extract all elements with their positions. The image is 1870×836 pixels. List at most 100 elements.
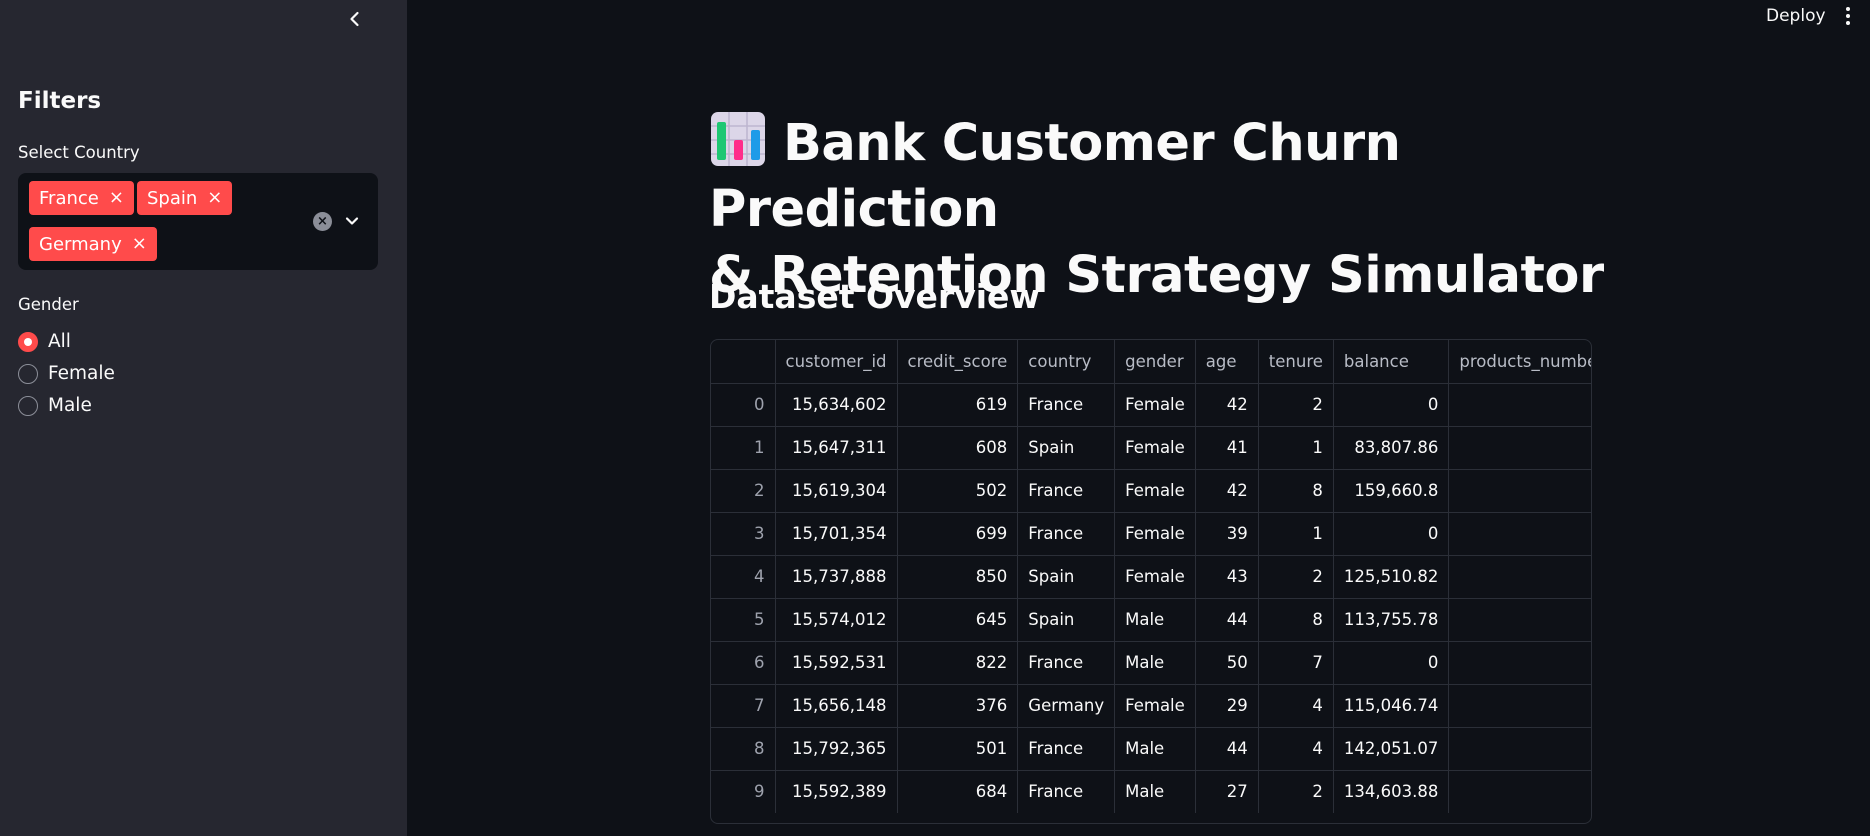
table-cell[interactable]: 2 <box>1258 555 1334 599</box>
table-cell[interactable]: Female <box>1114 555 1196 599</box>
table-cell[interactable]: 15,737,888 <box>775 555 898 599</box>
table-cell[interactable]: Male <box>1114 770 1196 813</box>
table-cell[interactable]: 15,634,602 <box>775 383 898 427</box>
column-header[interactable] <box>711 340 776 384</box>
column-header[interactable]: tenure <box>1258 340 1334 384</box>
table-cell[interactable]: 8 <box>1258 598 1334 642</box>
table-cell[interactable]: 1 <box>1448 770 1591 813</box>
table-cell[interactable]: Female <box>1114 426 1196 470</box>
table-cell[interactable]: France <box>1017 469 1116 513</box>
table-cell[interactable]: Spain <box>1017 555 1116 599</box>
table-cell[interactable]: Male <box>1114 598 1196 642</box>
remove-tag-icon[interactable]: × <box>109 189 124 207</box>
deploy-button[interactable]: Deploy <box>1760 4 1832 28</box>
table-cell[interactable]: 15,619,304 <box>775 469 898 513</box>
table-cell[interactable]: 44 <box>1195 598 1259 642</box>
row-index[interactable]: 2 <box>711 469 776 513</box>
remove-tag-icon[interactable]: × <box>207 189 222 207</box>
table-cell[interactable]: 41 <box>1195 426 1259 470</box>
table-cell[interactable]: Spain <box>1017 598 1116 642</box>
table-cell[interactable]: 4 <box>1448 684 1591 728</box>
table-cell[interactable]: 15,592,389 <box>775 770 898 813</box>
table-cell[interactable]: 2 <box>1448 512 1591 556</box>
data-table[interactable]: customer_id credit_score country gender … <box>710 339 1592 824</box>
clear-all-icon[interactable]: × <box>313 212 332 231</box>
table-cell[interactable]: Female <box>1114 383 1196 427</box>
row-index[interactable]: 9 <box>711 770 776 813</box>
table-cell[interactable]: Female <box>1114 512 1196 556</box>
table-cell[interactable]: 113,755.78 <box>1333 598 1450 642</box>
row-index[interactable]: 5 <box>711 598 776 642</box>
column-header[interactable]: customer_id <box>775 340 898 384</box>
column-header[interactable]: country <box>1017 340 1116 384</box>
table-cell[interactable]: 2 <box>1258 383 1334 427</box>
table-cell[interactable]: 15,701,354 <box>775 512 898 556</box>
table-cell[interactable]: 134,603.88 <box>1333 770 1450 813</box>
table-cell[interactable]: 502 <box>897 469 1019 513</box>
table-cell[interactable]: 44 <box>1195 727 1259 771</box>
table-cell[interactable]: 27 <box>1195 770 1259 813</box>
table-cell[interactable]: 608 <box>897 426 1019 470</box>
table-cell[interactable]: 3 <box>1448 469 1591 513</box>
table-cell[interactable]: France <box>1017 770 1116 813</box>
table-cell[interactable]: 0 <box>1333 383 1450 427</box>
gender-option-male[interactable]: Male <box>18 395 92 416</box>
column-header[interactable]: products_number <box>1448 340 1591 384</box>
table-cell[interactable]: 115,046.74 <box>1333 684 1450 728</box>
table-cell[interactable]: 4 <box>1258 684 1334 728</box>
table-cell[interactable]: 645 <box>897 598 1019 642</box>
table-cell[interactable]: 42 <box>1195 469 1259 513</box>
table-cell[interactable]: 8 <box>1258 469 1334 513</box>
column-header[interactable]: age <box>1195 340 1259 384</box>
table-cell[interactable]: Female <box>1114 684 1196 728</box>
table-cell[interactable]: 2 <box>1258 770 1334 813</box>
table-cell[interactable]: 125,510.82 <box>1333 555 1450 599</box>
table-cell[interactable]: 699 <box>897 512 1019 556</box>
table-cell[interactable]: 15,792,365 <box>775 727 898 771</box>
row-index[interactable]: 6 <box>711 641 776 685</box>
table-cell[interactable]: France <box>1017 727 1116 771</box>
table-cell[interactable]: France <box>1017 383 1116 427</box>
table-cell[interactable]: 1 <box>1258 512 1334 556</box>
remove-tag-icon[interactable]: × <box>132 235 147 253</box>
table-cell[interactable]: 501 <box>897 727 1019 771</box>
table-cell[interactable]: France <box>1017 641 1116 685</box>
table-cell[interactable]: 0 <box>1333 512 1450 556</box>
table-cell[interactable]: Male <box>1114 727 1196 771</box>
table-cell[interactable]: 15,656,148 <box>775 684 898 728</box>
gender-option-all[interactable]: All <box>18 331 71 352</box>
table-cell[interactable]: 43 <box>1195 555 1259 599</box>
country-multiselect[interactable]: France × Spain × Germany × × <box>18 173 378 270</box>
table-cell[interactable]: 2 <box>1448 727 1591 771</box>
table-cell[interactable]: 1 <box>1258 426 1334 470</box>
table-cell[interactable]: 15,574,012 <box>775 598 898 642</box>
row-index[interactable]: 8 <box>711 727 776 771</box>
table-cell[interactable]: 29 <box>1195 684 1259 728</box>
column-header[interactable]: gender <box>1114 340 1196 384</box>
row-index[interactable]: 3 <box>711 512 776 556</box>
table-cell[interactable]: 142,051.07 <box>1333 727 1450 771</box>
collapse-sidebar-button[interactable] <box>340 4 370 34</box>
chevron-down-icon[interactable] <box>342 211 362 231</box>
table-cell[interactable]: 39 <box>1195 512 1259 556</box>
table-cell[interactable]: 42 <box>1195 383 1259 427</box>
table-cell[interactable]: Male <box>1114 641 1196 685</box>
table-cell[interactable]: 2 <box>1448 641 1591 685</box>
row-index[interactable]: 0 <box>711 383 776 427</box>
table-cell[interactable]: Spain <box>1017 426 1116 470</box>
table-cell[interactable]: 1 <box>1448 383 1591 427</box>
table-cell[interactable]: 619 <box>897 383 1019 427</box>
row-index[interactable]: 1 <box>711 426 776 470</box>
table-cell[interactable]: 7 <box>1258 641 1334 685</box>
table-cell[interactable]: 2 <box>1448 598 1591 642</box>
table-cell[interactable]: 684 <box>897 770 1019 813</box>
table-cell[interactable]: 376 <box>897 684 1019 728</box>
table-cell[interactable]: 83,807.86 <box>1333 426 1450 470</box>
table-cell[interactable]: 1 <box>1448 426 1591 470</box>
row-index[interactable]: 4 <box>711 555 776 599</box>
table-cell[interactable]: 159,660.8 <box>1333 469 1450 513</box>
table-cell[interactable]: 15,647,311 <box>775 426 898 470</box>
table-cell[interactable]: 0 <box>1333 641 1450 685</box>
kebab-menu-icon[interactable] <box>1838 2 1858 30</box>
table-cell[interactable]: 50 <box>1195 641 1259 685</box>
